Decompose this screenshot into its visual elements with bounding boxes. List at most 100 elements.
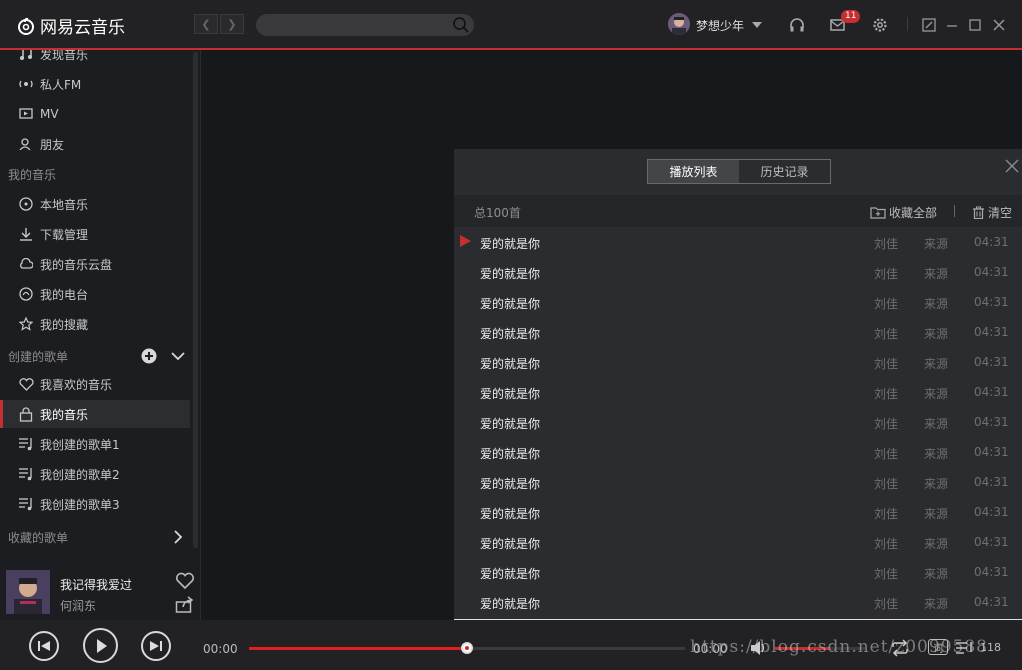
row-source[interactable]: 来源 bbox=[924, 355, 948, 372]
caret-down-icon[interactable] bbox=[752, 22, 762, 28]
row-source[interactable]: 来源 bbox=[924, 475, 948, 492]
sidebar-item-friends[interactable]: 朋友 bbox=[0, 130, 190, 158]
playlist-row[interactable]: 爱的就是你 刘佳 来源 04:31 bbox=[454, 347, 1022, 377]
video-icon bbox=[18, 106, 34, 122]
playlist-row[interactable]: 爱的就是你 刘佳 来源 04:31 bbox=[454, 527, 1022, 557]
chevron-right-icon[interactable] bbox=[174, 530, 183, 544]
minimize-button[interactable] bbox=[943, 16, 961, 34]
row-source[interactable]: 来源 bbox=[924, 265, 948, 282]
sidebar-item-playlist-3[interactable]: 我创建的歌单3 bbox=[0, 490, 190, 518]
disc-icon bbox=[18, 196, 34, 212]
playlist-row[interactable]: 爱的就是你 刘佳 来源 04:31 bbox=[454, 467, 1022, 497]
previous-button[interactable] bbox=[29, 631, 59, 661]
row-artist[interactable]: 刘佳 bbox=[874, 385, 898, 402]
row-artist[interactable]: 刘佳 bbox=[874, 325, 898, 342]
sidebar-item-playlist-1[interactable]: 我创建的歌单1 bbox=[0, 430, 190, 458]
row-source[interactable]: 来源 bbox=[924, 295, 948, 312]
collect-all-button[interactable]: 收藏全部 bbox=[870, 204, 937, 221]
sidebar-item-downloads[interactable]: 下载管理 bbox=[0, 220, 190, 248]
playlist-row[interactable]: 爱的就是你 刘佳 来源 04:31 bbox=[454, 557, 1022, 587]
playlist-row[interactable]: 爱的就是你 刘佳 来源 04:31 bbox=[454, 407, 1022, 437]
current-time: 00:00 bbox=[203, 642, 238, 656]
cloud-icon bbox=[18, 256, 34, 272]
row-artist[interactable]: 刘佳 bbox=[874, 355, 898, 372]
row-source[interactable]: 来源 bbox=[924, 595, 948, 612]
share-icon[interactable] bbox=[175, 596, 195, 614]
play-button[interactable] bbox=[83, 628, 118, 663]
row-source[interactable]: 来源 bbox=[924, 385, 948, 402]
sidebar-item-playlist-2[interactable]: 我创建的歌单2 bbox=[0, 460, 190, 488]
sidebar-scrollbar[interactable] bbox=[193, 52, 198, 548]
row-artist[interactable]: 刘佳 bbox=[874, 235, 898, 252]
playlist-row[interactable]: 爱的就是你 刘佳 来源 04:31 bbox=[454, 497, 1022, 527]
row-source[interactable]: 来源 bbox=[924, 505, 948, 522]
maximize-button[interactable] bbox=[966, 16, 984, 34]
playlist-row[interactable]: 爱的就是你 刘佳 来源 04:31 bbox=[454, 227, 1022, 257]
search-icon[interactable] bbox=[452, 16, 470, 34]
sidebar-item-collection[interactable]: 我的搜藏 bbox=[0, 310, 190, 338]
row-artist[interactable]: 刘佳 bbox=[874, 535, 898, 552]
progress-handle[interactable] bbox=[461, 642, 473, 654]
tab-playlist[interactable]: 播放列表 bbox=[648, 160, 739, 183]
row-source[interactable]: 来源 bbox=[924, 415, 948, 432]
search-input[interactable] bbox=[256, 14, 474, 36]
sidebar-item-cloud[interactable]: 我的音乐云盘 bbox=[0, 250, 190, 278]
playlist-row[interactable]: 爱的就是你 刘佳 来源 04:31 bbox=[454, 257, 1022, 287]
headphones-button[interactable] bbox=[788, 16, 806, 34]
sidebar-item-discover[interactable]: 发现音乐 bbox=[0, 50, 190, 68]
close-window-button[interactable] bbox=[990, 16, 1008, 34]
playlist-row[interactable]: 爱的就是你 刘佳 来源 04:31 bbox=[454, 317, 1022, 347]
row-artist[interactable]: 刘佳 bbox=[874, 505, 898, 522]
sidebar-item-fm[interactable]: 私人FM bbox=[0, 70, 190, 98]
headphones-icon bbox=[790, 18, 804, 32]
playlist-icon bbox=[18, 436, 34, 452]
panel-close-icon[interactable] bbox=[1004, 158, 1020, 174]
sidebar-item-local-music[interactable]: 本地音乐 bbox=[0, 190, 190, 218]
back-button[interactable]: ❮ bbox=[194, 14, 218, 34]
forward-button[interactable]: ❯ bbox=[220, 14, 244, 34]
row-artist[interactable]: 刘佳 bbox=[874, 295, 898, 312]
like-heart-icon[interactable] bbox=[175, 572, 195, 590]
clear-button[interactable]: 清空 bbox=[972, 204, 1012, 221]
heart-icon bbox=[18, 376, 34, 392]
sidebar: 发现音乐 私人FM MV 朋友 我的音乐 本地音乐 下载管理 我的音乐云盘 我的… bbox=[0, 50, 201, 620]
settings-button[interactable] bbox=[871, 16, 889, 34]
row-source[interactable]: 来源 bbox=[924, 235, 948, 252]
add-playlist-icon[interactable] bbox=[141, 348, 157, 364]
playlist-row[interactable]: 爱的就是你 刘佳 来源 04:31 bbox=[454, 587, 1022, 617]
sidebar-item-liked[interactable]: 我喜欢的音乐 bbox=[0, 370, 190, 398]
row-artist[interactable]: 刘佳 bbox=[874, 475, 898, 492]
row-duration: 04:31 bbox=[974, 265, 1009, 279]
user-avatar[interactable] bbox=[668, 13, 690, 35]
sidebar-item-label: MV bbox=[40, 107, 59, 121]
now-playing-artist[interactable]: 何润东 bbox=[60, 597, 96, 614]
now-playing-indicator-icon bbox=[460, 235, 471, 247]
row-artist[interactable]: 刘佳 bbox=[874, 595, 898, 612]
now-playing-title[interactable]: 我记得我爱过 bbox=[60, 576, 132, 593]
sidebar-item-radio[interactable]: 我的电台 bbox=[0, 280, 190, 308]
username[interactable]: 梦想少年 bbox=[696, 17, 744, 34]
sidebar-item-label: 我的电台 bbox=[40, 287, 89, 302]
playlist-row[interactable]: 爱的就是你 刘佳 来源 04:31 bbox=[454, 437, 1022, 467]
mini-mode-button[interactable] bbox=[920, 16, 938, 34]
row-source[interactable]: 来源 bbox=[924, 325, 948, 342]
row-source[interactable]: 来源 bbox=[924, 565, 948, 582]
row-artist[interactable]: 刘佳 bbox=[874, 415, 898, 432]
sidebar-item-my-music[interactable]: 我的音乐 bbox=[0, 400, 190, 428]
row-source[interactable]: 来源 bbox=[924, 535, 948, 552]
next-button[interactable] bbox=[141, 631, 171, 661]
row-title: 爱的就是你 bbox=[480, 357, 541, 371]
tab-history[interactable]: 历史记录 bbox=[739, 160, 830, 183]
sidebar-item-mv[interactable]: MV bbox=[0, 100, 190, 128]
row-title: 爱的就是你 bbox=[480, 267, 541, 281]
chevron-down-icon[interactable] bbox=[171, 352, 185, 361]
row-artist[interactable]: 刘佳 bbox=[874, 445, 898, 462]
row-source[interactable]: 来源 bbox=[924, 445, 948, 462]
row-artist[interactable]: 刘佳 bbox=[874, 265, 898, 282]
app-logo[interactable]: 网易云音乐 bbox=[16, 13, 125, 38]
row-duration: 04:31 bbox=[974, 475, 1009, 489]
row-artist[interactable]: 刘佳 bbox=[874, 565, 898, 582]
album-cover[interactable] bbox=[6, 570, 50, 614]
playlist-row[interactable]: 爱的就是你 刘佳 来源 04:31 bbox=[454, 287, 1022, 317]
playlist-row[interactable]: 爱的就是你 刘佳 来源 04:31 bbox=[454, 377, 1022, 407]
